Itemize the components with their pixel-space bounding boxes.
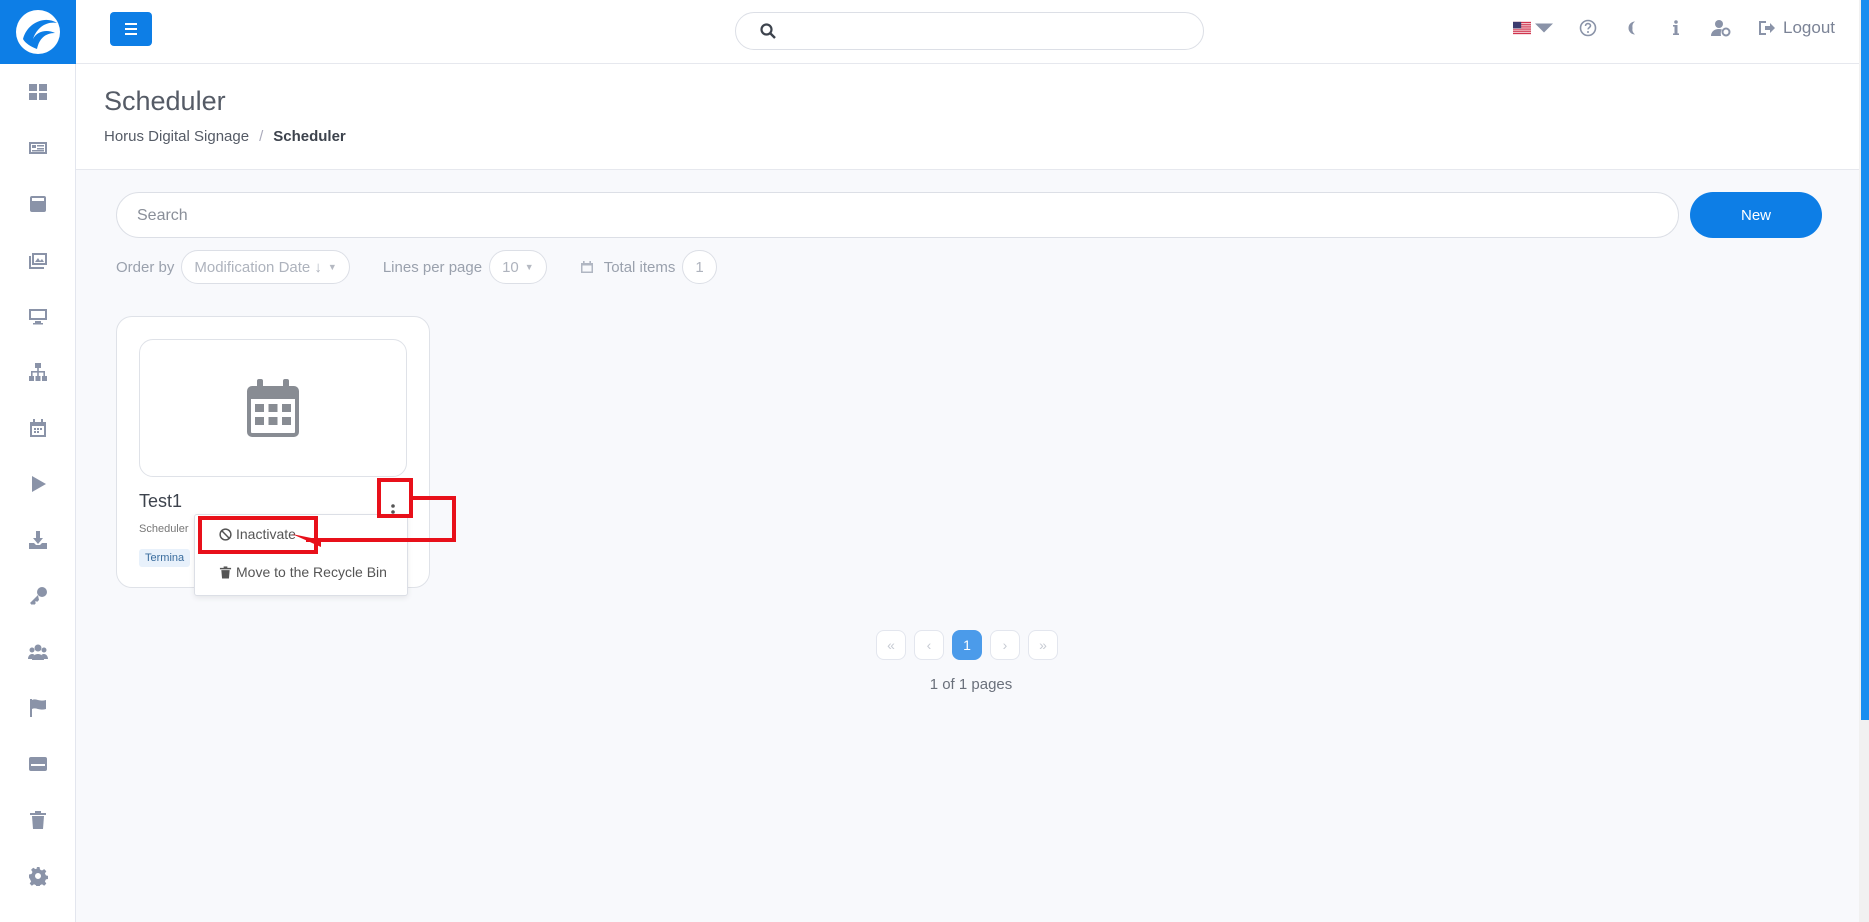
- chevron-down-icon: ▼: [327, 262, 337, 272]
- eagle-logo-icon: [16, 10, 60, 54]
- total-items-value: 1: [695, 258, 704, 276]
- us-flag-icon: [1513, 21, 1531, 35]
- order-by-select[interactable]: Modification Date ↓ ▼: [181, 250, 350, 284]
- scheduler-search[interactable]: [116, 192, 1679, 238]
- sidebar-item-settings[interactable]: [0, 848, 76, 904]
- card-tag: Termina: [139, 549, 191, 567]
- language-selector[interactable]: [1513, 19, 1553, 37]
- moon-icon[interactable]: [1623, 19, 1641, 37]
- pagination: « ‹ 1 › »: [876, 630, 1058, 660]
- hamburger-icon: [125, 23, 137, 35]
- calendar-icon: [247, 379, 299, 437]
- total-items-label: Total items: [603, 258, 676, 276]
- flag-icon: [30, 699, 46, 717]
- breadcrumb: Horus Digital Signage / Scheduler: [104, 128, 346, 145]
- card-subtitle: Scheduler: [139, 523, 189, 535]
- sidebar: [0, 0, 76, 922]
- search-icon: [760, 23, 776, 39]
- trash-icon: [219, 565, 232, 579]
- sidebar-item-layout[interactable]: [0, 176, 76, 232]
- next-page-button[interactable]: ›: [990, 630, 1020, 660]
- sidebar-item-flag[interactable]: [0, 680, 76, 736]
- sidebar-item-keys[interactable]: [0, 568, 76, 624]
- global-search-input[interactable]: [786, 19, 1186, 43]
- users-icon: [28, 644, 48, 660]
- breadcrumb-separator: /: [259, 128, 264, 145]
- sitemap-icon: [29, 363, 47, 381]
- breadcrumb-current: Scheduler: [273, 128, 346, 145]
- app-logo[interactable]: [0, 0, 76, 64]
- pages-summary: 1 of 1 pages: [929, 676, 1013, 693]
- media-icon: [29, 253, 47, 269]
- breadcrumb-home[interactable]: Horus Digital Signage: [104, 128, 249, 145]
- menu-item-recycle-bin[interactable]: Move to the Recycle Bin: [219, 564, 387, 580]
- news-icon: [29, 142, 47, 154]
- gear-icon: [29, 867, 48, 886]
- key-icon: [30, 587, 47, 605]
- logout-button[interactable]: Logout: [1757, 18, 1835, 38]
- sidebar-item-users[interactable]: [0, 624, 76, 680]
- sidebar-item-play[interactable]: [0, 456, 76, 512]
- card-thumbnail[interactable]: [139, 339, 407, 477]
- highlight-box-options: [377, 478, 413, 518]
- sidebar-item-monitor[interactable]: [0, 288, 76, 344]
- lines-per-page-select[interactable]: 10 ▼: [489, 250, 547, 284]
- highlight-box-inactivate: [198, 516, 318, 554]
- chevron-down-icon: ▼: [524, 262, 534, 272]
- order-by-value: Modification Date ↓: [194, 258, 322, 276]
- sidebar-item-dashboard[interactable]: [0, 64, 76, 120]
- download-icon: [29, 531, 47, 549]
- prev-page-button[interactable]: ‹: [914, 630, 944, 660]
- page-button-1[interactable]: 1: [952, 630, 982, 660]
- sidebar-item-sitemap[interactable]: [0, 344, 76, 400]
- sidebar-item-media[interactable]: [0, 232, 76, 288]
- sidebar-item-news[interactable]: [0, 120, 76, 176]
- card-title: Test1: [139, 491, 183, 511]
- scrollbar[interactable]: [1859, 0, 1869, 922]
- sidebar-item-trash[interactable]: [0, 792, 76, 848]
- global-search[interactable]: [735, 12, 1204, 50]
- sidebar-item-scheduler[interactable]: [0, 400, 76, 456]
- lines-per-page-label: Lines per page: [382, 258, 483, 276]
- calendar-icon: [580, 261, 593, 273]
- trash-icon: [30, 811, 46, 829]
- chevron-down-icon: [1535, 23, 1553, 33]
- last-page-button[interactable]: »: [1028, 630, 1058, 660]
- page-title: Scheduler: [104, 86, 226, 116]
- menu-toggle-button[interactable]: [110, 12, 152, 46]
- topbar: Logout: [76, 0, 1869, 64]
- calendar-icon: [30, 419, 46, 437]
- sidebar-item-download[interactable]: [0, 512, 76, 568]
- scrollbar-thumb[interactable]: [1861, 0, 1869, 720]
- total-items-count: 1: [682, 250, 717, 284]
- help-icon[interactable]: [1579, 19, 1597, 37]
- layout-icon: [30, 196, 46, 212]
- first-page-button[interactable]: «: [876, 630, 906, 660]
- logout-label: Logout: [1783, 18, 1835, 37]
- monitor-icon: [29, 309, 47, 325]
- menu-item-recycle-bin-label: Move to the Recycle Bin: [236, 564, 387, 580]
- page-header: Scheduler Horus Digital Signage / Schedu…: [76, 64, 1869, 170]
- dashboard-icon: [29, 84, 47, 100]
- sidebar-item-card[interactable]: [0, 736, 76, 792]
- order-by-label: Order by: [116, 258, 175, 276]
- scheduler-search-input[interactable]: [137, 204, 1637, 228]
- info-icon[interactable]: [1667, 19, 1685, 37]
- list-filters: Order by Modification Date ↓ ▼ Lines per…: [116, 250, 717, 284]
- card-icon: [29, 757, 47, 771]
- main-content: New Order by Modification Date ↓ ▼ Lines…: [76, 170, 1859, 922]
- play-icon: [32, 476, 46, 492]
- user-settings-icon[interactable]: [1711, 19, 1731, 37]
- new-button[interactable]: New: [1690, 192, 1822, 238]
- lines-per-page-value: 10: [502, 258, 519, 276]
- logout-icon: [1759, 21, 1775, 35]
